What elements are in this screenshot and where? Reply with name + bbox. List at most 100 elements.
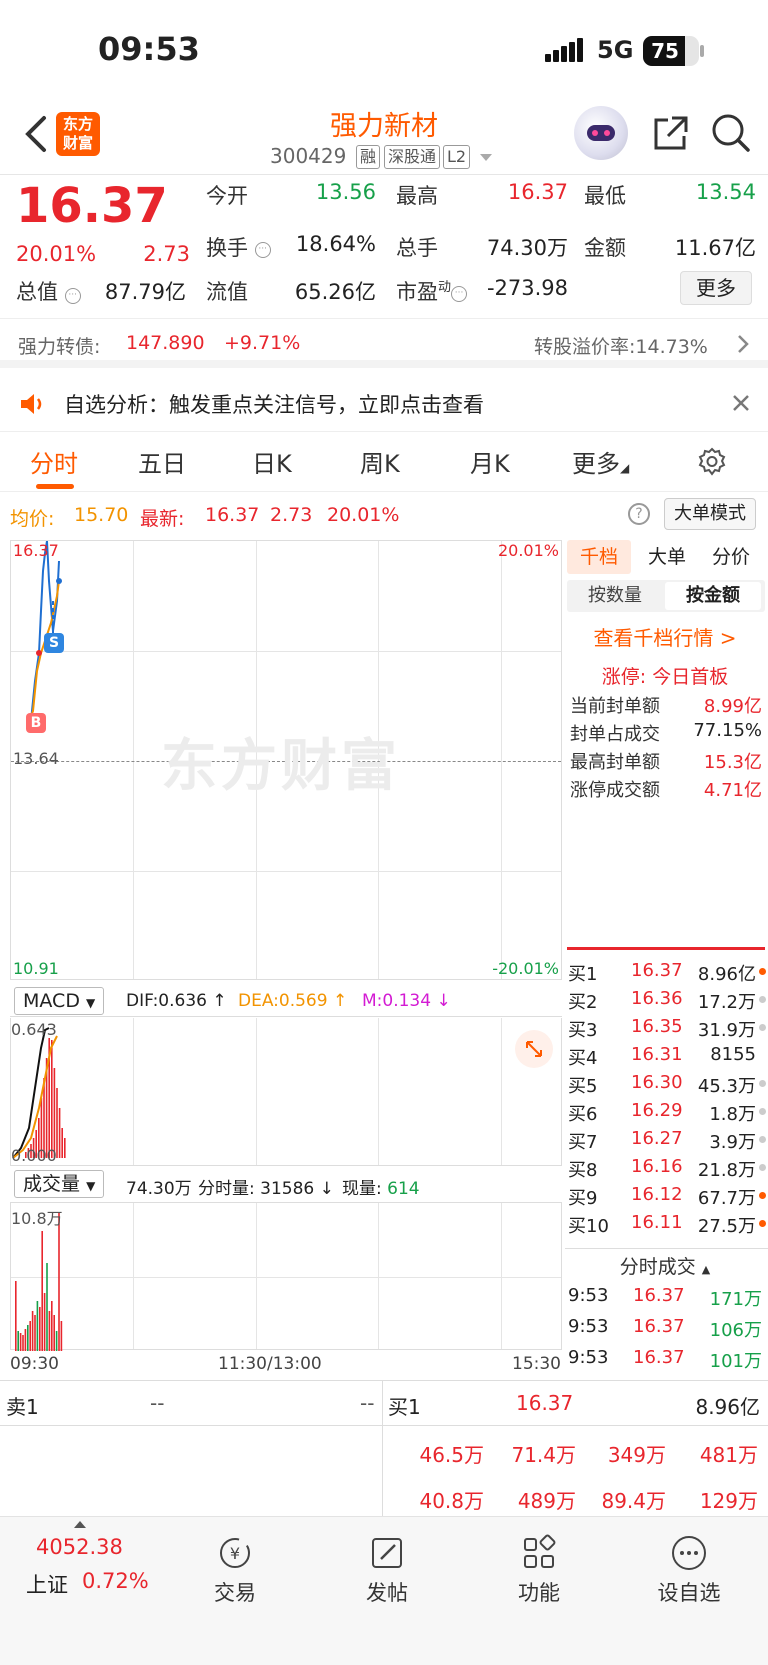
bid-price: 16.12 [631,1184,683,1205]
bid-price: 16.35 [631,1016,683,1037]
stock-switch-icon[interactable] [480,154,492,161]
panel-tab-big-order[interactable]: 大单 [639,540,695,574]
bid-row[interactable]: 买1 16.37 8.96亿 [565,960,768,988]
bid-price: 16.16 [631,1156,683,1177]
time-mid: 11:30/13:00 [218,1354,322,1374]
macd-dif: DIF:0.636 ↑ [126,991,227,1011]
tick-price: 16.37 [633,1347,685,1368]
latest-pct: 20.01% [327,504,400,526]
volume-select[interactable]: 成交量 ▼ [14,1170,105,1198]
volume-bar [31,1311,34,1351]
bid-row[interactable]: 买4 16.31 8155 [565,1044,768,1072]
volume-total: 74.30万 [126,1179,192,1199]
volume-header: 成交量 ▼ 74.30万 分时量: 31586 ↓ 现量: 614 [10,1168,562,1200]
stock-header: 东方 财富 强力新材 300429 融 深股通 L2 [0,100,768,175]
battery-level: 75 [651,39,679,63]
panel-subtabs: 按数量 按金额 [567,580,765,612]
macd-axis-top: 0.643 [11,1020,57,1039]
bid-dot [759,1192,766,1199]
nav-post[interactable]: 发帖 [332,1533,442,1607]
volume-bar [22,1335,24,1351]
strip-sell-vol: -- [360,1391,375,1415]
intraday-chart[interactable]: 东方财富 16.37 13.64 10.91 20.01% -20.01% B … [10,540,562,980]
bid-volume: 3.9万 [709,1132,756,1153]
tab-intraday[interactable]: 分时 [30,444,78,479]
volume-bar [51,1301,53,1351]
tick-price: 16.37 [633,1316,685,1337]
bid-list[interactable]: 买1 16.37 8.96亿 买2 16.36 17.2万 买3 16.35 31.9万 买4 16… [565,960,768,1238]
bid-row[interactable]: 买5 16.30 45.3万 [565,1072,768,1100]
info-icon: ··· [64,288,81,304]
buy-marker[interactable]: B [26,713,46,733]
tab-monthly-k[interactable]: 月K [470,444,510,479]
battery-tip [700,45,704,57]
tab-five-day[interactable]: 五日 [138,444,186,479]
float-label: 流值 [206,280,248,304]
nav-trade[interactable]: ¥ 交易 [180,1533,290,1607]
queue-order: 89.4万 [601,1489,666,1513]
expand-icon[interactable] [515,1030,553,1068]
tab-weekly-k[interactable]: 周K [360,444,400,479]
tab-daily-k[interactable]: 日K [252,444,292,479]
sell-marker[interactable]: S [44,633,64,653]
macd-dea: DEA:0.569 ↑ [238,991,348,1011]
bid-row[interactable]: 买10 16.11 27.5万 [565,1212,768,1238]
bid-row[interactable]: 买7 16.27 3.9万 [565,1128,768,1156]
volume-axis-top: 10.8万 [11,1209,63,1228]
nav-functions[interactable]: 功能 [484,1533,594,1607]
bid-level: 买10 [568,1216,609,1237]
index-ticker[interactable]: 4052.38 上证 0.72% [20,1517,160,1617]
panel-tab-price[interactable]: 分价 [703,540,759,574]
bid-level: 买1 [568,964,598,985]
macd-chart[interactable]: 0.643 0.000 [10,1018,562,1166]
tab-more[interactable]: 更多◢ [572,444,629,479]
bid-row[interactable]: 买2 16.36 17.2万 [565,988,768,1016]
ticks-title[interactable]: 分时成交 ▲ [565,1252,765,1279]
tick-volume: 106万 [709,1320,762,1341]
help-icon[interactable]: ? [628,503,650,525]
macd-select[interactable]: MACD ▼ [14,987,105,1015]
tick-price: 16.37 [633,1285,685,1306]
close-icon[interactable] [730,392,752,414]
share-icon[interactable] [650,114,690,154]
more-quote-button[interactable]: 更多 [680,271,752,305]
bid-level: 买5 [568,1076,598,1097]
volume-bar [60,1321,63,1351]
bid-row[interactable]: 买3 16.35 31.9万 [565,1016,768,1044]
status-bar: 09:53 5G 75 [0,0,768,100]
queue-order: 40.8万 [419,1489,484,1513]
volume-chart[interactable]: 10.8万 [10,1202,562,1351]
bid-volume: 31.9万 [697,1020,756,1041]
tag-connect: 深股通 [384,145,441,169]
tick-row: 9:53 16.37 101万 [565,1347,768,1375]
search-icon[interactable] [710,112,752,154]
notice-banner[interactable]: 自选分析：触发重点关注信号，立即点击查看 [0,376,768,432]
bid-level: 买4 [568,1048,598,1069]
bid-level: 买2 [568,992,598,1013]
subtab-by-quantity[interactable]: 按数量 [567,580,663,612]
bid-row[interactable]: 买9 16.12 67.7万 [565,1184,768,1212]
intraday-info-row: 均价: 15.70 最新: 16.37 2.73 20.01% ? 大单模式 [0,494,768,536]
bid-row[interactable]: 买8 16.16 21.8万 [565,1156,768,1184]
more-circle-icon [669,1533,709,1573]
subtab-by-amount[interactable]: 按金额 [665,582,761,610]
convertible-bond-row[interactable]: 强力转债: 147.890 +9.71% 转股溢价率:14.73% [0,320,768,368]
nav-add-favorite[interactable]: 设自选 [634,1533,744,1607]
settings-icon[interactable] [696,446,728,478]
bid-row[interactable]: 买6 16.29 1.8万 [565,1100,768,1128]
stat-label: 当前封单额 [570,696,660,717]
volume-bar [43,1293,46,1351]
chevron-right-icon [736,334,750,354]
price-axis-mid: 13.64 [13,749,59,768]
queue-order: 129万 [699,1489,758,1513]
tick-row: 9:53 16.37 106万 [565,1316,768,1344]
tick-time: 9:53 [568,1316,609,1337]
volume-bar [55,1331,58,1351]
bid-volume: 45.3万 [697,1076,756,1097]
queue-order: 71.4万 [511,1443,576,1467]
depth-link[interactable]: 查看千档行情 > [565,622,765,651]
panel-tab-depth[interactable]: 千档 [567,540,631,574]
big-order-mode-button[interactable]: 大单模式 [664,498,756,530]
bid-price: 16.30 [631,1072,683,1093]
assistant-avatar[interactable] [574,106,628,160]
